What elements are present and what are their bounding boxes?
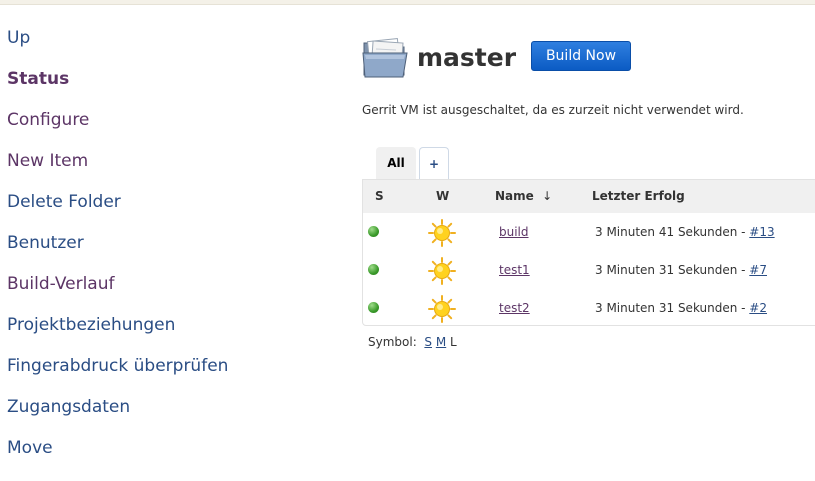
build-number-link[interactable]: #2 bbox=[749, 301, 767, 315]
job-link-test1[interactable]: test1 bbox=[499, 251, 530, 289]
column-header-status[interactable]: S bbox=[375, 180, 384, 213]
table-row: build 3 Minuten 41 Sekunden - #13 bbox=[363, 213, 815, 251]
top-border bbox=[0, 0, 815, 5]
sidebar-item-benutzer[interactable]: Benutzer bbox=[7, 223, 228, 264]
sidebar-item-new-item[interactable]: New Item bbox=[7, 141, 228, 182]
build-now-button[interactable]: Build Now bbox=[531, 41, 631, 71]
tab-all[interactable]: All bbox=[376, 147, 416, 179]
table-header: S W Name ↓ Letzter Erfolg bbox=[363, 180, 815, 213]
green-ball-icon bbox=[368, 226, 379, 237]
icon-size-label: Symbol: bbox=[368, 335, 417, 349]
sidebar-item-delete-folder[interactable]: Delete Folder bbox=[7, 182, 228, 223]
column-header-weather[interactable]: W bbox=[436, 180, 449, 213]
last-success-cell: 3 Minuten 31 Sekunden - #7 bbox=[595, 251, 767, 289]
icon-size-medium[interactable]: M bbox=[436, 335, 446, 349]
sun-icon bbox=[428, 257, 456, 285]
sidebar-item-status[interactable]: Status bbox=[7, 59, 228, 100]
last-success-text: 3 Minuten 31 Sekunden - bbox=[595, 263, 750, 277]
sun-icon bbox=[428, 219, 456, 247]
icon-size-small[interactable]: S bbox=[424, 335, 432, 349]
jobs-table: S W Name ↓ Letzter Erfolg build 3 Minute… bbox=[362, 179, 815, 326]
table-row: test2 3 Minuten 31 Sekunden - #2 bbox=[363, 289, 815, 325]
tab-add-view[interactable]: + bbox=[419, 147, 449, 179]
green-ball-icon bbox=[368, 264, 379, 275]
sort-arrow-icon: ↓ bbox=[542, 189, 553, 203]
build-number-link[interactable]: #13 bbox=[749, 225, 774, 239]
sidebar-item-configure[interactable]: Configure bbox=[7, 100, 228, 141]
table-row: test1 3 Minuten 31 Sekunden - #7 bbox=[363, 251, 815, 289]
column-header-last-success[interactable]: Letzter Erfolg bbox=[592, 180, 685, 213]
sun-icon bbox=[428, 295, 456, 323]
page-title: master bbox=[417, 43, 517, 72]
sidebar-item-up[interactable]: Up bbox=[7, 18, 228, 59]
status-notice: Gerrit VM ist ausgeschaltet, da es zurze… bbox=[362, 103, 744, 117]
build-number-link[interactable]: #7 bbox=[749, 263, 767, 277]
icon-size-selector: Symbol: S M L bbox=[368, 334, 457, 350]
job-link-build[interactable]: build bbox=[499, 213, 529, 251]
sidebar-item-zugangsdaten[interactable]: Zugangsdaten bbox=[7, 387, 228, 428]
last-success-cell: 3 Minuten 41 Sekunden - #13 bbox=[595, 213, 775, 251]
sidebar-item-fingerabdruck[interactable]: Fingerabdruck überprüfen bbox=[7, 346, 228, 387]
last-success-text: 3 Minuten 31 Sekunden - bbox=[595, 301, 750, 315]
sidebar-item-move[interactable]: Move bbox=[7, 428, 228, 469]
last-success-cell: 3 Minuten 31 Sekunden - #2 bbox=[595, 289, 767, 325]
folder-icon bbox=[362, 37, 408, 78]
column-header-name-label: Name bbox=[495, 189, 534, 203]
job-link-test2[interactable]: test2 bbox=[499, 289, 530, 325]
last-success-text: 3 Minuten 41 Sekunden - bbox=[595, 225, 750, 239]
sidebar-item-projektbeziehungen[interactable]: Projektbeziehungen bbox=[7, 305, 228, 346]
column-header-name[interactable]: Name ↓ bbox=[495, 180, 552, 213]
icon-size-large: L bbox=[450, 335, 457, 349]
sidebar: Up Status Configure New Item Delete Fold… bbox=[7, 18, 228, 469]
green-ball-icon bbox=[368, 302, 379, 313]
sidebar-item-build-verlauf[interactable]: Build-Verlauf bbox=[7, 264, 228, 305]
